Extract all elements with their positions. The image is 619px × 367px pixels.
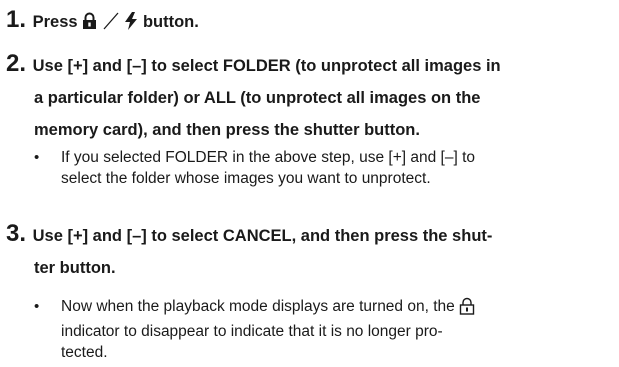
step-2-line-3: memory card), and then press the shutter… [34, 121, 420, 139]
step-number: 2. [6, 50, 27, 77]
step-number: 3. [6, 220, 27, 247]
step-2-line-2: a particular folder) or ALL (to unprotec… [34, 89, 481, 107]
step-3-line-1: Use [+] and [–] to select CANCEL, and th… [32, 227, 493, 245]
bullet-symbol: • [34, 298, 40, 315]
step-3-bullet-line-2: indicator to disappear to indicate that … [61, 323, 443, 340]
lock-icon [459, 297, 475, 321]
lock-icon [82, 11, 97, 39]
step-1: 1. Press button. [6, 6, 606, 39]
step-2-line-1: Use [+] and [–] to select FOLDER (to unp… [32, 57, 501, 75]
step-number: 1. [6, 6, 27, 33]
step-3-bullet-line-3: tected. [61, 344, 108, 361]
step-2: 2. Use [+] and [–] to select FOLDER (to … [6, 50, 606, 144]
step-3-bullet-line-1: Now when the playback mode displays are … [61, 298, 455, 315]
bullet-symbol: • [34, 149, 40, 166]
step-2-bullet: • If you selected FOLDER in the above st… [34, 147, 604, 189]
flash-icon [124, 11, 138, 39]
step-1-text-before: Press [32, 13, 78, 31]
step-3: 3. Use [+] and [–] to select CANCEL, and… [6, 220, 606, 282]
step-1-text-after: button. [142, 13, 199, 31]
step-2-bullet-line-2: select the folder whose images you want … [61, 170, 431, 187]
step-3-bullet: • Now when the playback mode displays ar… [34, 296, 604, 363]
step-3-line-2: ter button. [34, 259, 116, 277]
slash-icon [102, 11, 120, 39]
step-2-bullet-line-1: If you selected FOLDER in the above step… [61, 149, 476, 166]
